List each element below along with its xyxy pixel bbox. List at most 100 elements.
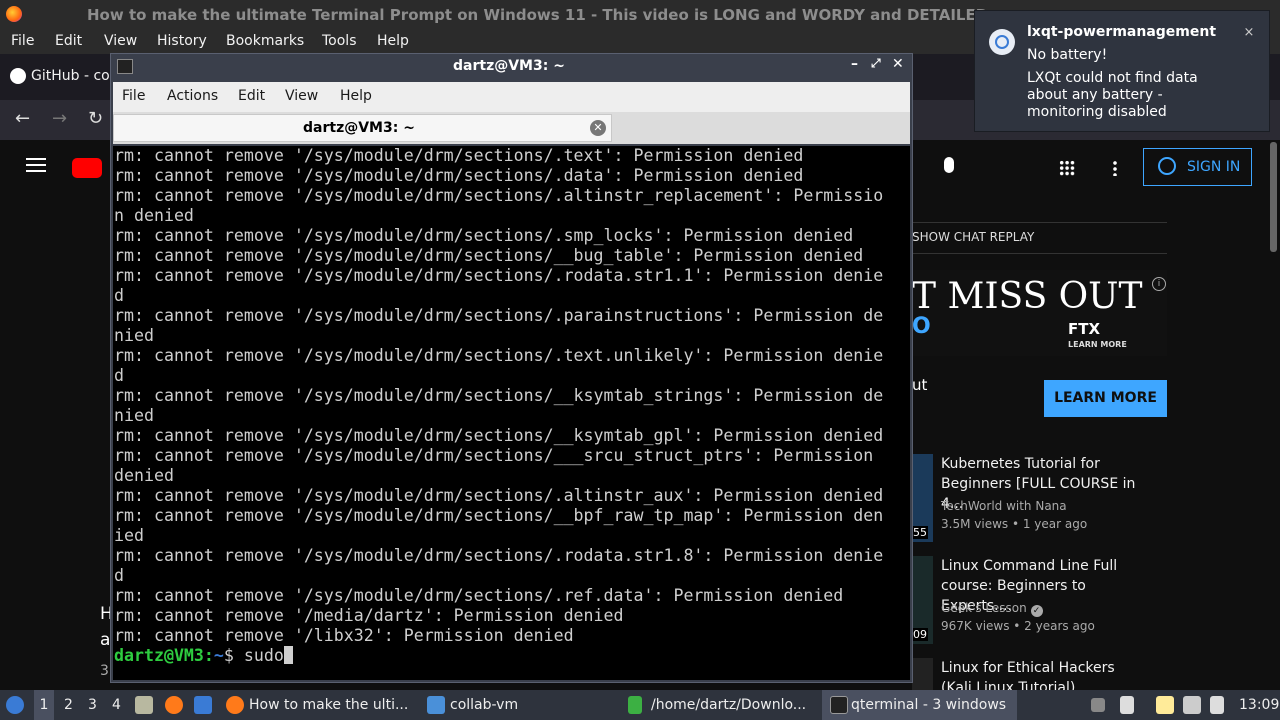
- start-menu-icon[interactable]: [6, 696, 24, 714]
- youtube-logo-icon[interactable]: [72, 158, 102, 178]
- video-title-fragment: a: [100, 630, 111, 650]
- terminal-line: denied: [114, 466, 174, 485]
- terminal-line: rm: cannot remove '/sys/module/drm/secti…: [114, 486, 884, 505]
- terminal-line: d: [114, 566, 124, 585]
- firefox-menu-history[interactable]: History: [157, 33, 207, 49]
- taskbar: 1 2 3 4 How to make the ulti... collab-v…: [0, 690, 1280, 720]
- command-input[interactable]: sudo: [244, 646, 284, 665]
- page-scrollbar[interactable]: [1268, 140, 1280, 690]
- learn-more-button[interactable]: LEARN MORE: [1044, 380, 1167, 417]
- reload-icon[interactable]: ↻: [88, 108, 103, 129]
- terminal-output[interactable]: rm: cannot remove '/sys/module/drm/secti…: [113, 146, 910, 680]
- ad-info-icon[interactable]: i: [1152, 277, 1166, 291]
- notification-close-button[interactable]: ×: [1241, 25, 1257, 41]
- terminal-line: rm: cannot remove '/sys/module/drm/secti…: [114, 146, 804, 165]
- tray-arrow-icon[interactable]: [1091, 698, 1105, 712]
- channel-name[interactable]: Geek's Lesson: [941, 601, 1027, 615]
- firefox-icon: [226, 696, 244, 714]
- ad-banner[interactable]: O T MISS OUT FTX LEARN MORE: [912, 270, 1167, 356]
- taskbar-task-label: qterminal - 3 windows: [851, 697, 1007, 713]
- video-thumbnail[interactable]: [912, 658, 933, 690]
- video-title[interactable]: Linux for Ethical Hackers (Kali Linux Tu…: [941, 658, 1141, 690]
- terminal-menu-edit[interactable]: Edit: [238, 88, 265, 104]
- show-chat-replay-button[interactable]: SHOW CHAT REPLAY: [900, 222, 1167, 254]
- microphone-icon[interactable]: [944, 157, 954, 173]
- firefox-menu-file[interactable]: File: [11, 33, 34, 49]
- workspace-4[interactable]: 4: [112, 690, 121, 720]
- terminal-line: rm: cannot remove '/sys/module/drm/secti…: [114, 586, 844, 605]
- terminal-line: rm: cannot remove '/sys/module/drm/secti…: [114, 446, 874, 465]
- taskbar-task-file-manager[interactable]: /home/dartz/Downlo...: [651, 690, 806, 720]
- verified-icon: ✓: [1030, 605, 1043, 617]
- file-manager-launcher-icon[interactable]: [194, 696, 212, 714]
- file-manager-icon: [628, 696, 642, 714]
- video-thumbnail[interactable]: 09: [912, 556, 933, 644]
- video-thumbnail[interactable]: 55: [912, 454, 933, 542]
- firefox-menu-view[interactable]: View: [104, 33, 137, 49]
- terminal-lines: rm: cannot remove '/sys/module/drm/secti…: [114, 146, 883, 666]
- terminal-tab[interactable]: dartz@VM3: ~ ✕: [113, 114, 612, 142]
- terminal-icon: [830, 696, 848, 714]
- notification-app-name: lxqt-powermanagement: [1027, 24, 1217, 40]
- channel-name[interactable]: TechWorld with Nana: [941, 499, 1067, 513]
- taskbar-clock[interactable]: 13:09: [1239, 690, 1279, 720]
- terminal-line: rm: cannot remove '/sys/module/drm/secti…: [114, 246, 864, 265]
- firefox-tab-github[interactable]: GitHub - co: [31, 68, 110, 84]
- taskbar-task-qterminal[interactable]: qterminal - 3 windows: [822, 690, 1017, 720]
- back-icon[interactable]: ←: [15, 108, 30, 129]
- terminal-window-title: dartz@VM3: ~: [453, 58, 565, 74]
- video-meta: 967K views • 2 years ago: [941, 619, 1095, 633]
- apps-grid-icon[interactable]: [1059, 160, 1075, 176]
- recommendation-item[interactable]: 55 Kubernetes Tutorial for Beginners [FU…: [912, 454, 1242, 550]
- hamburger-menu-icon[interactable]: [26, 158, 46, 160]
- terminal-menubar: File Actions Edit View Help: [113, 82, 910, 112]
- terminal-menu-view[interactable]: View: [285, 88, 318, 104]
- terminal-line: d: [114, 286, 124, 305]
- sign-in-button[interactable]: SIGN IN: [1143, 148, 1252, 186]
- firefox-menu-edit[interactable]: Edit: [55, 33, 82, 49]
- firefox-menu-tools[interactable]: Tools: [322, 33, 357, 49]
- minimize-icon[interactable]: –: [851, 56, 858, 72]
- firefox-menu-help[interactable]: Help: [377, 33, 409, 49]
- prompt-symbol: $: [223, 646, 244, 665]
- clipboard-icon[interactable]: [1156, 696, 1174, 714]
- workspace-2[interactable]: 2: [64, 690, 73, 720]
- firefox-menu-bookmarks[interactable]: Bookmarks: [226, 33, 304, 49]
- more-options-icon[interactable]: [1113, 160, 1117, 176]
- ad-headline: T MISS OUT: [912, 276, 1143, 317]
- terminal-menu-file[interactable]: File: [122, 88, 145, 104]
- firefox-window-title: How to make the ultimate Terminal Prompt…: [87, 6, 1000, 24]
- terminal-line: rm: cannot remove '/sys/module/drm/secti…: [114, 306, 884, 325]
- show-desktop-icon[interactable]: [135, 696, 153, 714]
- maximize-icon[interactable]: ⤢: [871, 56, 881, 71]
- workspace-3[interactable]: 3: [88, 690, 97, 720]
- network-icon[interactable]: [1210, 696, 1224, 714]
- workspace-1[interactable]: 1: [34, 690, 54, 720]
- recommendation-item[interactable]: 09 Linux Command Line Full course: Begin…: [912, 556, 1242, 652]
- duration-badge: 55: [912, 526, 928, 539]
- display-icon[interactable]: [1183, 696, 1201, 714]
- forward-icon[interactable]: →: [52, 108, 67, 129]
- notification-summary: No battery!: [1027, 47, 1108, 63]
- terminal-line: ied: [114, 526, 144, 545]
- terminal-titlebar[interactable]: dartz@VM3: ~ – ⤢ ✕: [111, 54, 912, 80]
- terminal-line: rm: cannot remove '/sys/module/drm/secti…: [114, 546, 884, 565]
- terminal-line: rm: cannot remove '/sys/module/drm/secti…: [114, 506, 884, 525]
- taskbar-task-collab-vm[interactable]: collab-vm: [450, 690, 518, 720]
- volume-icon[interactable]: [1120, 696, 1134, 714]
- firefox-icon: [6, 6, 22, 22]
- terminal-app-icon[interactable]: [117, 59, 133, 74]
- terminal-line: nied: [114, 326, 154, 345]
- firefox-launcher-icon[interactable]: [165, 696, 183, 714]
- tab-close-icon[interactable]: ✕: [590, 120, 606, 136]
- close-icon[interactable]: ✕: [892, 56, 904, 72]
- show-chat-replay-label: SHOW CHAT REPLAY: [912, 230, 1035, 244]
- terminal-menu-actions[interactable]: Actions: [167, 88, 218, 104]
- notification-popup[interactable]: lxqt-powermanagement No battery! LXQt co…: [974, 10, 1270, 132]
- recommendation-item[interactable]: Linux for Ethical Hackers (Kali Linux Tu…: [912, 658, 1242, 690]
- terminal-line: rm: cannot remove '/sys/module/drm/secti…: [114, 386, 884, 405]
- scrollbar-thumb[interactable]: [1270, 142, 1277, 252]
- ad-left-fragment: O: [912, 314, 931, 339]
- taskbar-task-firefox[interactable]: How to make the ulti...: [249, 690, 408, 720]
- terminal-menu-help[interactable]: Help: [340, 88, 372, 104]
